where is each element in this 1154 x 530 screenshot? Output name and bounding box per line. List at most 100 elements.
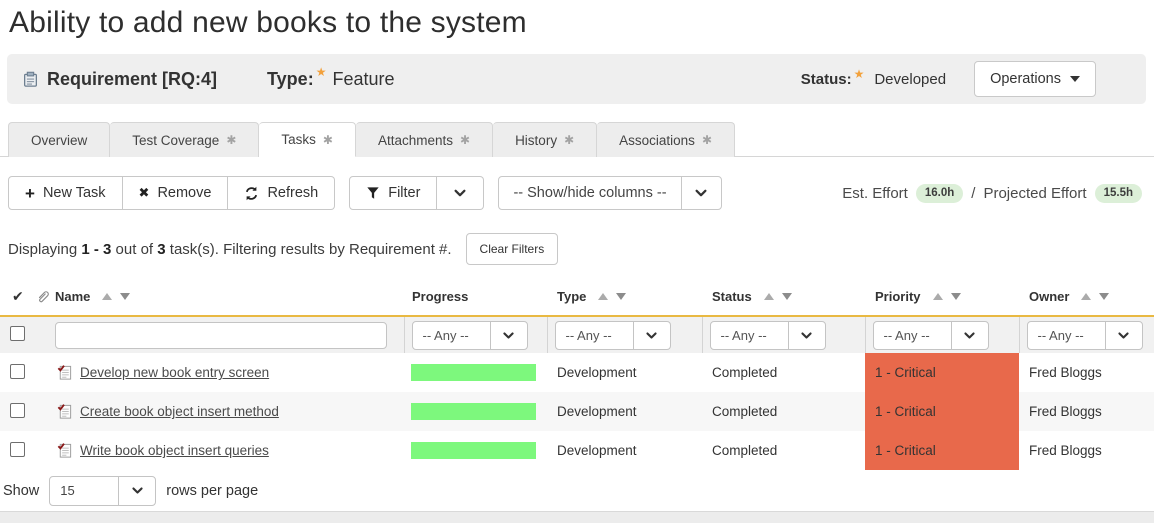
filter-label: Filter [388,185,420,201]
chevron-down-icon [951,322,988,349]
est-effort-label: Est. Effort [842,185,908,202]
refresh-icon [244,186,259,201]
tab-label: History [515,133,557,148]
tab-associations[interactable]: Associations ✱ [597,122,735,157]
filter-any-label: -- Any -- [556,322,633,349]
status-filter-dropdown[interactable]: -- Any -- [710,321,826,350]
task-link[interactable]: Write book object insert queries [80,443,269,458]
task-link[interactable]: Create book object insert method [80,404,279,419]
select-all-checkbox[interactable] [10,326,25,341]
sort-asc-icon[interactable] [598,293,608,300]
progress-bar [411,403,536,420]
row-checkbox[interactable] [10,403,25,418]
table-row: Write book object insert queries Develop… [0,431,1154,470]
task-document-icon [56,364,73,381]
filter-dropdown-button[interactable] [437,176,484,210]
remove-label: Remove [157,185,211,201]
owner-filter-dropdown[interactable]: -- Any -- [1027,321,1143,350]
row-checkbox[interactable] [10,364,25,379]
priority-filter-dropdown[interactable]: -- Any -- [873,321,989,350]
sort-desc-icon[interactable] [951,293,961,300]
sort-desc-icon[interactable] [120,293,130,300]
new-task-label: New Task [43,185,106,201]
sort-asc-icon[interactable] [102,293,112,300]
task-status: Completed [702,392,865,431]
task-type: Development [547,353,702,392]
page-title: Ability to add new books to the system [9,6,1154,40]
progress-bar [411,364,536,381]
progress-filter-dropdown[interactable]: -- Any -- [412,321,528,350]
show-label: Show [3,483,39,499]
progress-bar [411,442,536,459]
tab-attachments[interactable]: Attachments ✱ [356,122,493,157]
operations-button[interactable]: Operations [974,61,1096,97]
task-type: Development [547,431,702,470]
sort-desc-icon[interactable] [616,293,626,300]
tab-test-coverage[interactable]: Test Coverage ✱ [110,122,259,157]
chevron-down-icon [118,477,155,505]
rows-per-page-label: rows per page [166,483,258,499]
column-header-priority: Priority [875,289,921,304]
column-header-status: Status [712,289,752,304]
summary-text: Displaying [8,241,81,258]
projected-effort-label: Projected Effort [983,185,1086,202]
status-value: Developed [874,71,946,88]
plus-icon: + [25,185,35,202]
filter-any-label: -- Any -- [413,322,490,349]
x-mark-icon: ✖ [139,186,150,201]
show-hide-columns-label: -- Show/hide columns -- [499,177,680,209]
new-task-button[interactable]: + New Task [8,176,123,210]
sparkle-icon: ✱ [564,133,574,147]
task-owner: Fred Bloggs [1019,431,1154,470]
tab-bar: Overview Test Coverage ✱ Tasks ✱ Attachm… [0,121,1154,157]
task-link[interactable]: Develop new book entry screen [80,365,269,380]
requirement-icon [22,71,39,88]
chevron-down-icon [633,322,670,349]
filter-button[interactable]: Filter [349,176,437,210]
rows-per-page-value: 15 [50,477,118,505]
rows-per-page-dropdown[interactable]: 15 [49,476,156,506]
est-effort-badge: 16.0h [916,184,963,203]
results-summary: Displaying 1 - 3 out of 3 task(s). Filte… [8,233,1146,265]
type-filter-dropdown[interactable]: -- Any -- [555,321,671,350]
row-checkbox[interactable] [10,442,25,457]
filter-any-label: -- Any -- [711,322,788,349]
task-type: Development [547,392,702,431]
tab-tasks[interactable]: Tasks ✱ [259,122,356,157]
summary-text: task(s). Filtering results by Requiremen… [166,241,452,258]
filter-any-label: -- Any -- [1028,322,1105,349]
refresh-label: Refresh [267,185,318,201]
requirement-header-bar: Requirement [RQ:4] Type: ★ Feature Statu… [7,54,1146,104]
sort-asc-icon[interactable] [933,293,943,300]
type-value: Feature [332,69,394,90]
page-footer-strip [0,511,1154,523]
funnel-icon [366,186,380,200]
sparkle-icon: ✱ [460,133,470,147]
column-header-type: Type [557,289,586,304]
chevron-down-icon [1105,322,1142,349]
required-star-icon: ★ [316,67,327,77]
remove-button[interactable]: ✖ Remove [123,176,229,210]
summary-range: 1 - 3 [81,241,111,258]
tab-label: Tasks [281,132,316,147]
sort-desc-icon[interactable] [1099,293,1109,300]
effort-separator: / [971,185,975,202]
tab-overview[interactable]: Overview [8,122,110,157]
sort-desc-icon[interactable] [782,293,792,300]
tasks-table: ✔ Name Progress Type [0,278,1154,470]
clear-filters-button[interactable]: Clear Filters [466,233,559,265]
effort-summary: Est. Effort 16.0h / Projected Effort 15.… [842,184,1146,203]
refresh-button[interactable]: Refresh [228,176,335,210]
pagination-bar: Show 15 rows per page [0,470,1154,511]
tab-label: Associations [619,133,695,148]
sort-asc-icon[interactable] [764,293,774,300]
sort-asc-icon[interactable] [1081,293,1091,300]
tab-history[interactable]: History ✱ [493,122,597,157]
type-label: Type: [267,69,314,90]
table-row: Create book object insert method Develop… [0,392,1154,431]
projected-effort-badge: 15.5h [1095,184,1142,203]
chevron-down-icon [453,186,467,200]
name-filter-input[interactable] [55,322,387,349]
show-hide-columns-dropdown[interactable]: -- Show/hide columns -- [498,176,721,210]
status-label: Status: [801,71,852,88]
